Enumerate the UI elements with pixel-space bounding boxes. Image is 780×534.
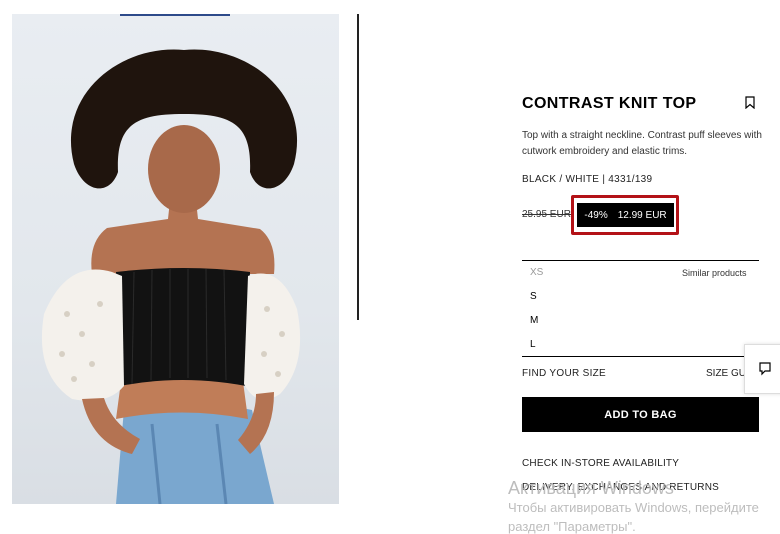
windows-activation-title: Активация Windows — [508, 478, 674, 498]
product-image[interactable] — [12, 14, 339, 504]
size-option-m[interactable]: M — [530, 315, 538, 326]
size-option-s[interactable]: S — [530, 291, 537, 302]
product-description: Top with a straight neckline. Contrast p… — [522, 130, 762, 157]
original-price: 25.95 EUR — [522, 209, 571, 220]
bookmark-icon[interactable] — [745, 96, 755, 109]
chat-tab[interactable] — [744, 344, 780, 394]
windows-activation-text-2: раздел "Параметры". — [508, 519, 636, 534]
sale-price-badge: -49% 12.99 EUR — [577, 203, 674, 227]
add-to-bag-button[interactable]: ADD TO BAG — [522, 397, 759, 432]
product-title: CONTRAST KNIT TOP — [522, 95, 697, 112]
sale-price: 12.99 EUR — [617, 209, 667, 221]
windows-activation-text: Чтобы активировать Windows, перейдите — [508, 500, 759, 515]
check-store-availability-link[interactable]: CHECK IN-STORE AVAILABILITY — [522, 458, 679, 469]
size-list-top-border — [522, 260, 759, 261]
model-illustration — [41, 49, 301, 504]
similar-products-link[interactable]: Similar products — [682, 268, 747, 278]
size-option-xs[interactable]: XS — [530, 267, 543, 278]
discount-percent: -49% — [584, 209, 608, 221]
size-guide-link[interactable]: SIZE GU — [706, 368, 746, 379]
image-top-strip — [120, 14, 230, 16]
chat-icon — [759, 362, 771, 376]
size-option-l[interactable]: L — [530, 339, 536, 350]
find-your-size-link[interactable]: FIND YOUR SIZE — [522, 368, 606, 379]
color-reference: BLACK / WHITE | 4331/139 — [522, 174, 653, 185]
size-list-bottom-border — [522, 356, 759, 357]
panel-divider — [357, 14, 359, 320]
